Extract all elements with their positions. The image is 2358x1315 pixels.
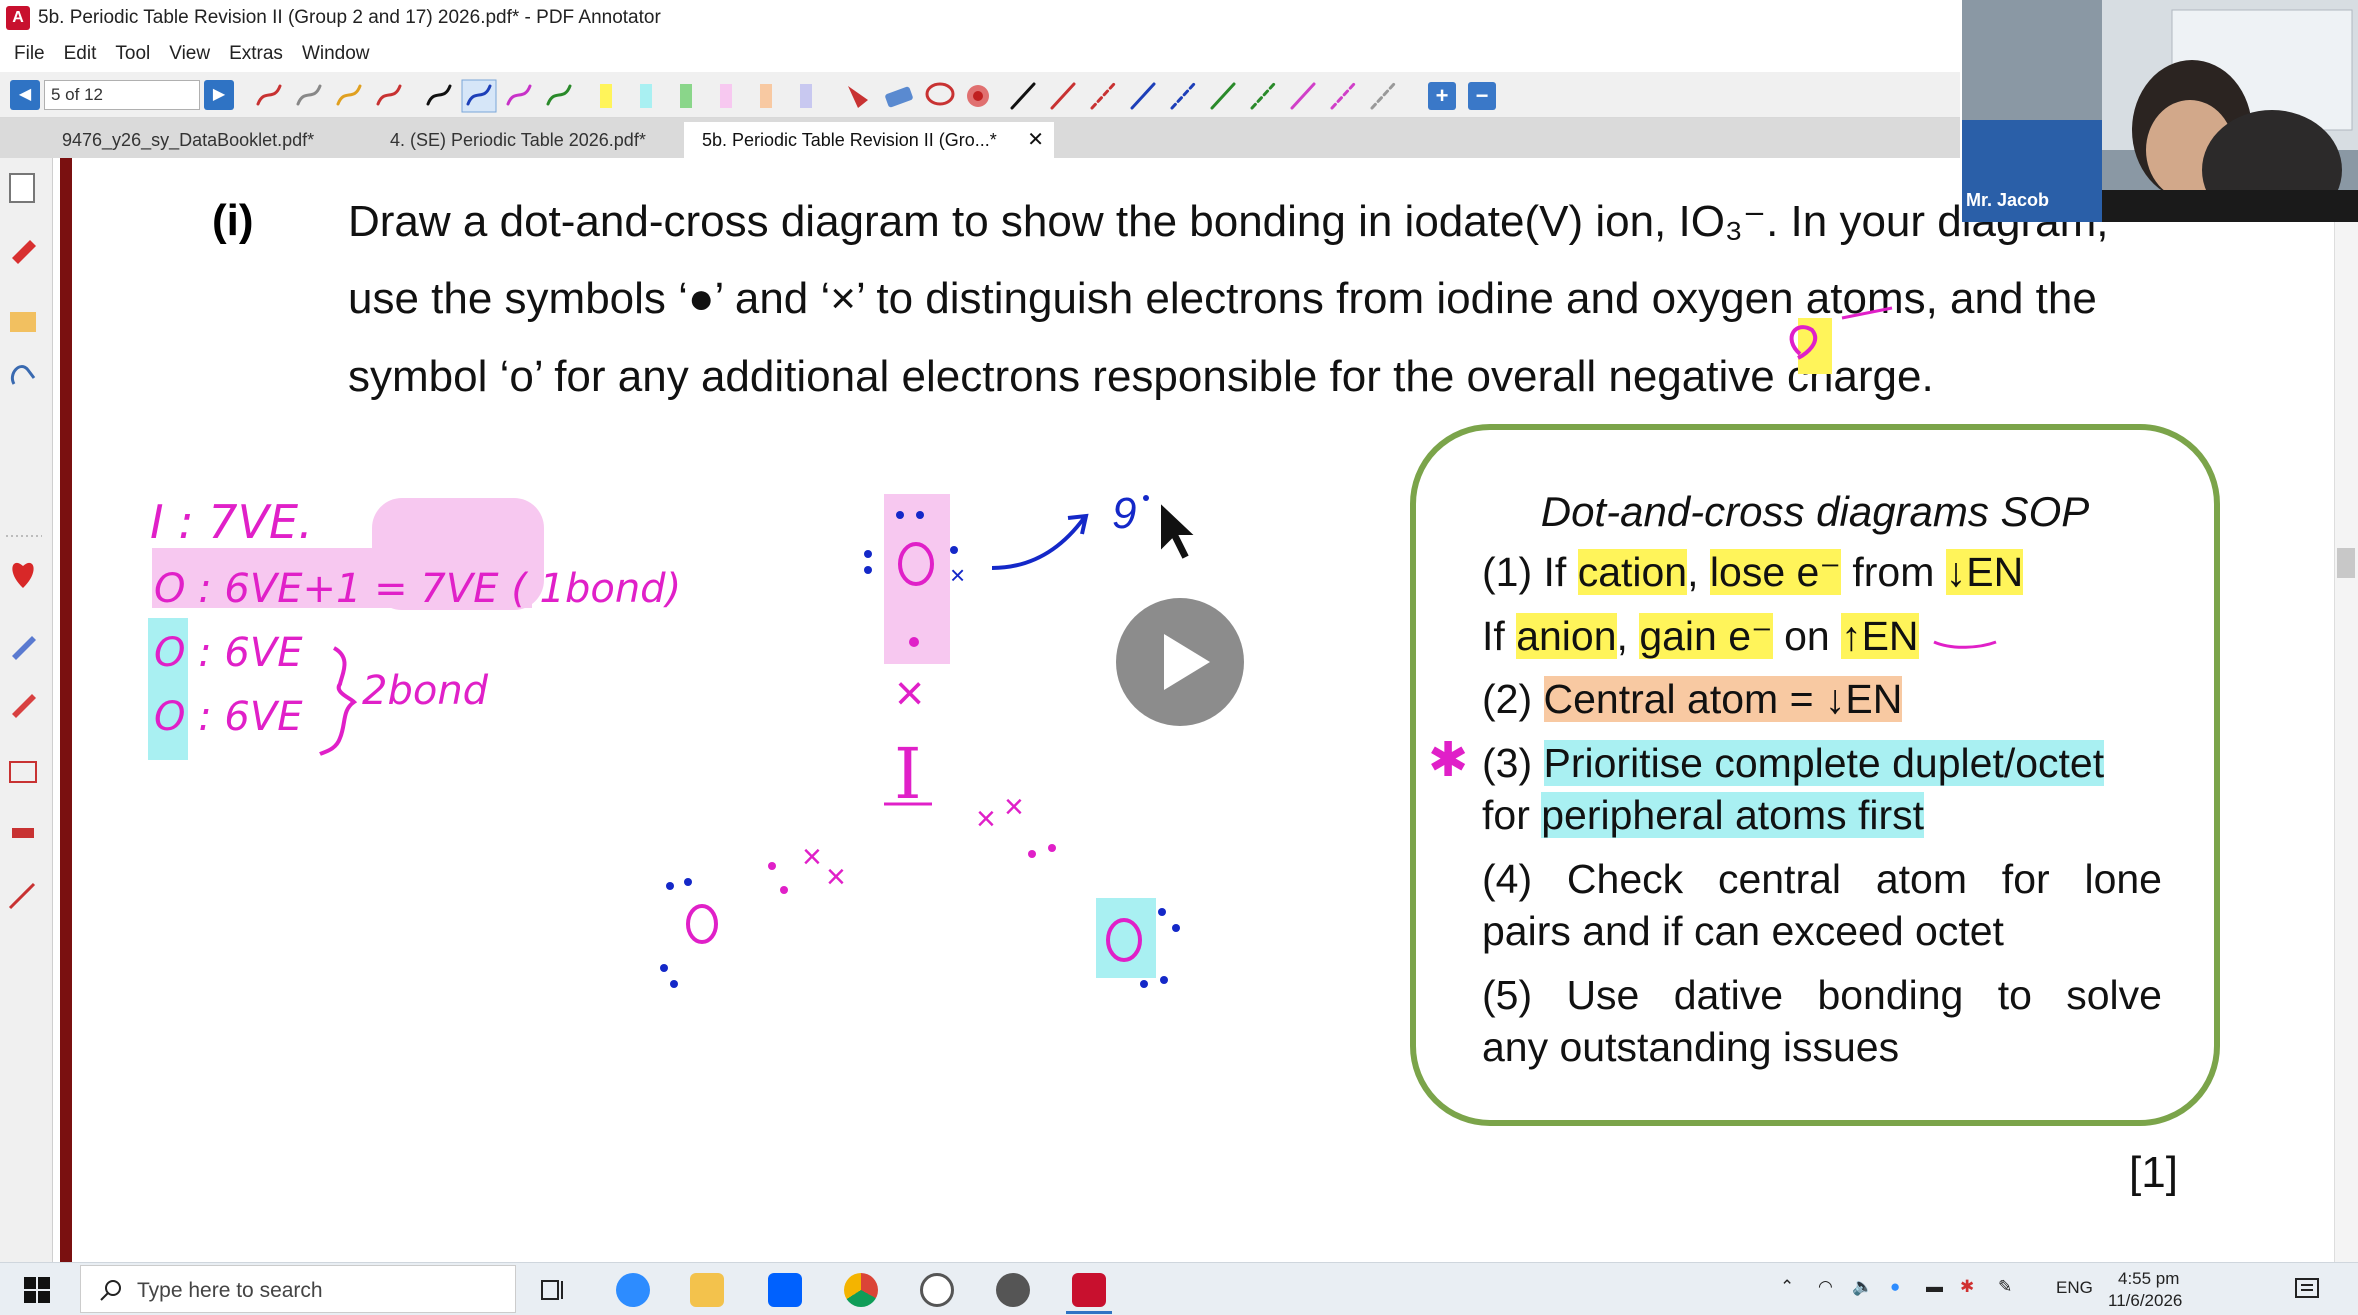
task-view-icon[interactable] bbox=[540, 1277, 570, 1303]
svg-text:×: × bbox=[976, 800, 996, 838]
annotation-tools[interactable] bbox=[250, 78, 1500, 114]
page-icon bbox=[9, 173, 35, 203]
pdf-annotator-icon[interactable] bbox=[1072, 1273, 1106, 1307]
attachment-icon bbox=[11, 365, 36, 385]
tab-periodic-table[interactable]: 4. (SE) Periodic Table 2026.pdf* bbox=[372, 122, 682, 158]
eraser-icon bbox=[885, 86, 913, 108]
battery-icon[interactable]: ▬ bbox=[1926, 1277, 1943, 1297]
clock-icon[interactable] bbox=[920, 1273, 954, 1307]
svg-text:×: × bbox=[1004, 788, 1024, 826]
participant-name: Mr. Jacob bbox=[1966, 190, 2050, 210]
text-box-icon bbox=[9, 761, 37, 783]
wifi-icon[interactable]: ◠ bbox=[1818, 1277, 1833, 1297]
svg-text:×: × bbox=[895, 665, 924, 721]
marker-icon bbox=[12, 694, 36, 718]
left-tool-strip bbox=[0, 158, 53, 1262]
app-icon: A bbox=[6, 6, 30, 30]
svg-text:×: × bbox=[802, 838, 822, 876]
sop-step-3: (3) Prioritise complete duplet/octet bbox=[1482, 740, 2105, 786]
note-2-bond: 2bond bbox=[362, 668, 489, 714]
tab-label: 4. (SE) Periodic Table 2026.pdf* bbox=[390, 130, 646, 150]
sop-step-3b: for peripheral atoms first bbox=[1482, 792, 1925, 838]
sop-step-2: (2) Central atom = ↓EN bbox=[1482, 676, 1903, 722]
zoom-tray-icon[interactable]: ● bbox=[1890, 1277, 1900, 1297]
menu-bar: File Edit Tool View Extras Window bbox=[0, 36, 1960, 72]
tab-databooklet[interactable]: 9476_y26_sy_DataBooklet.pdf* bbox=[44, 122, 364, 158]
page-edge bbox=[60, 158, 72, 1262]
sop-step-1b: If anion, gain e⁻ on ↑EN bbox=[1482, 613, 1919, 659]
note-oxygen-3: O : 6VE bbox=[154, 694, 303, 740]
play-icon bbox=[1164, 634, 1210, 690]
search-icon bbox=[100, 1280, 121, 1301]
pen-icon bbox=[256, 84, 282, 106]
stamp-icon bbox=[12, 828, 34, 838]
sop-step-1: (1) If cation, lose e⁻ from ↓EN bbox=[1482, 549, 2024, 595]
menu-view[interactable]: View bbox=[169, 43, 210, 65]
next-page-icon[interactable]: ▶ bbox=[204, 80, 234, 110]
line-icon bbox=[1010, 82, 1396, 110]
play-button[interactable] bbox=[1116, 598, 1244, 726]
tray-app-icon[interactable]: ✱ bbox=[1960, 1277, 1974, 1297]
folder-icon bbox=[10, 312, 36, 332]
document-tabs: 9476_y26_sy_DataBooklet.pdf* 4. (SE) Per… bbox=[0, 118, 1960, 158]
windows-start-icon[interactable] bbox=[24, 1277, 50, 1303]
pen-tray-icon[interactable]: ✎ bbox=[1998, 1277, 2012, 1297]
zoom-in-icon[interactable]: + bbox=[1428, 82, 1456, 110]
sop-box: Dot-and-cross diagrams SOP (1) If cation… bbox=[1410, 424, 2220, 1126]
sop-step-4b: pairs and if can exceed octet bbox=[1482, 908, 2004, 954]
chrome-icon[interactable] bbox=[844, 1273, 878, 1307]
pencil-icon bbox=[12, 636, 36, 660]
mark-allocation: [1] bbox=[2129, 1148, 2178, 1197]
toolbar: ◀ 5 of 12 ▶ + − bbox=[0, 72, 1960, 118]
tab-revision-ii[interactable]: 5b. Periodic Table Revision II (Gro...* … bbox=[684, 122, 1054, 158]
tab-label: 5b. Periodic Table Revision II (Gro...* bbox=[702, 130, 997, 150]
sop-step-5b: any outstanding issues bbox=[1482, 1024, 1900, 1070]
file-explorer-icon[interactable] bbox=[690, 1273, 724, 1307]
sop-step-4: (4) Check central atom for lone bbox=[1482, 856, 2162, 902]
lasso-icon bbox=[925, 82, 955, 106]
sop-step-5: (5) Use dative bonding to solve bbox=[1482, 972, 2162, 1018]
menu-edit[interactable]: Edit bbox=[64, 43, 97, 65]
webcam-video: Mr. Jacob bbox=[1962, 0, 2358, 222]
volume-icon[interactable]: 🔈 bbox=[1852, 1277, 1873, 1297]
svg-text:×: × bbox=[826, 858, 846, 896]
scrollbar-thumb[interactable] bbox=[2337, 548, 2355, 578]
zoom-out-icon[interactable]: − bbox=[1468, 82, 1496, 110]
stamp-icon bbox=[848, 86, 868, 108]
page-number-input[interactable]: 5 of 12 bbox=[44, 80, 200, 110]
menu-extras[interactable]: Extras bbox=[229, 43, 283, 65]
menu-file[interactable]: File bbox=[14, 43, 45, 65]
note-oxygen-2: O : 6VE bbox=[154, 630, 303, 676]
note-oxygen-1: O : 6VE+1 = 7VE ( 1bond) bbox=[154, 566, 681, 612]
menu-tool[interactable]: Tool bbox=[115, 43, 150, 65]
flash-app-icon[interactable] bbox=[996, 1273, 1030, 1307]
dropbox-icon[interactable] bbox=[768, 1273, 802, 1307]
vertical-scrollbar[interactable] bbox=[2334, 158, 2358, 1262]
heart-icon bbox=[12, 562, 34, 588]
search-placeholder: Type here to search bbox=[137, 1279, 323, 1302]
svg-text:×: × bbox=[950, 560, 965, 590]
note-iodine-ve: I : 7VE. bbox=[150, 495, 313, 549]
highlighter-icon bbox=[600, 84, 612, 108]
pdf-page[interactable]: (i) Draw a dot-and-cross diagram to show… bbox=[72, 158, 2334, 1262]
prev-page-icon[interactable]: ◀ bbox=[10, 80, 40, 110]
menu-window[interactable]: Window bbox=[302, 43, 370, 65]
svg-text:9: 9 bbox=[1112, 489, 1136, 538]
pen-icon bbox=[12, 240, 36, 264]
taskbar: Type here to search ⌃ ◠ 🔈 ● ▬ ✱ ✎ ENG 4:… bbox=[0, 1262, 2358, 1315]
sop-title: Dot-and-cross diagrams SOP bbox=[1540, 488, 2090, 535]
taskbar-search[interactable]: Type here to search bbox=[80, 1265, 516, 1313]
zoom-app-icon[interactable] bbox=[616, 1273, 650, 1307]
window-title: 5b. Periodic Table Revision II (Group 2 … bbox=[38, 7, 661, 28]
tab-label: 9476_y26_sy_DataBooklet.pdf* bbox=[62, 130, 315, 150]
notification-icon[interactable] bbox=[2294, 1277, 2320, 1301]
clock-date[interactable]: 11/6/2026 bbox=[2108, 1291, 2182, 1311]
close-icon[interactable]: ✕ bbox=[1027, 122, 1044, 158]
language-indicator[interactable]: ENG bbox=[2056, 1278, 2093, 1298]
tray-chevron-icon[interactable]: ⌃ bbox=[1780, 1277, 1794, 1297]
arrow-icon bbox=[8, 882, 36, 910]
clock-time[interactable]: 4:55 pm bbox=[2118, 1269, 2179, 1289]
